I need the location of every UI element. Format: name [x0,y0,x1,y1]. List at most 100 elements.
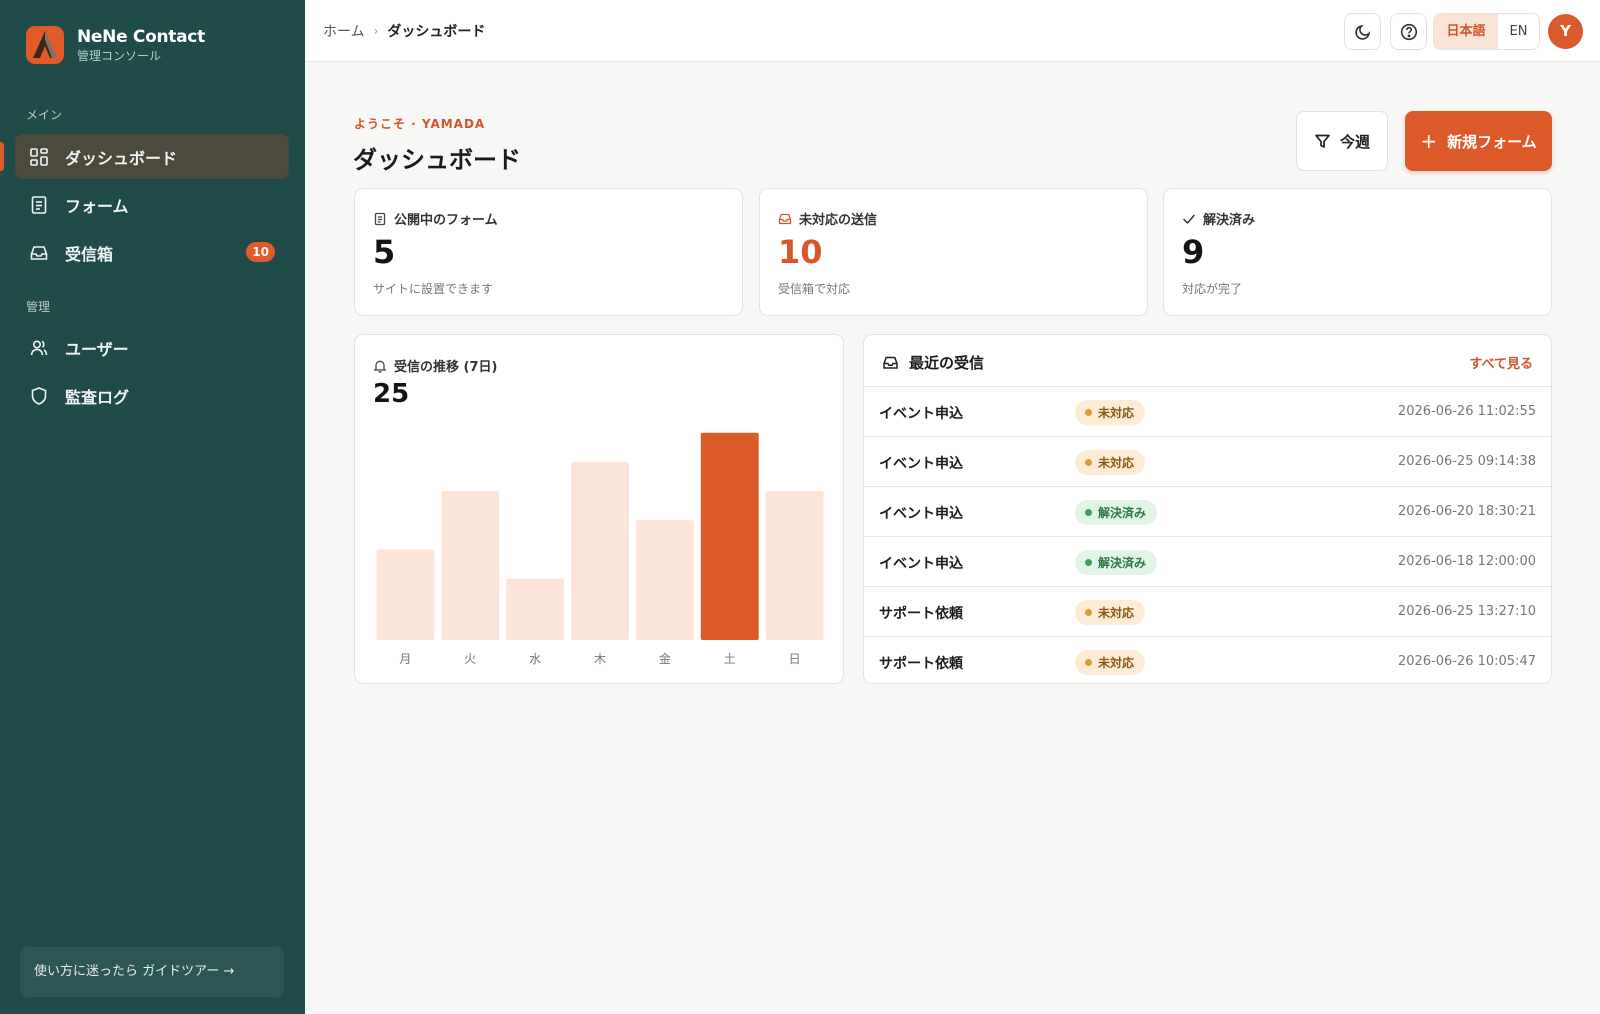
chart-bar[interactable] [700,432,759,640]
inbox-icon [29,243,49,263]
avatar[interactable]: Y [1548,14,1583,49]
table-row[interactable]: イベント申込 解決済み 2026-06-18 12:00:00 [864,537,1551,587]
chart-x-tick-label: 水 [529,652,541,666]
submission-form-name: イベント申込 [879,506,963,522]
page-title: ダッシュボード [353,146,521,174]
stat-value: 9 [1182,233,1205,271]
table-row[interactable]: サポート依頼 未対応 2026-06-25 13:27:10 [864,587,1551,637]
table-row[interactable]: イベント申込 未対応 2026-06-25 09:14:38 [864,437,1551,487]
stat-card-resolved[interactable]: 解決済み 9 対応が完了 [1163,188,1552,316]
chart-x-tick-label: 金 [659,651,671,666]
inbox-icon [883,356,898,369]
status-text: 未対応 [1098,606,1135,620]
chart-bar[interactable] [376,549,435,641]
status-badge: 未対応 [1075,600,1146,625]
stat-card-pending-submissions[interactable]: 未対応の送信 10 受信箱で対応 [759,188,1148,316]
submission-form-name: イベント申込 [879,556,963,572]
help-icon [1400,23,1417,40]
sidebar-item-inbox[interactable]: 受信箱 10 [15,230,289,275]
moon-icon [1354,24,1370,40]
stat-label: 公開中のフォーム [394,213,498,228]
table-row[interactable]: サポート依頼 未対応 2026-06-26 10:05:47 [864,637,1551,683]
status-text: 解決済み [1098,556,1147,570]
sidebar-item-label: 受信箱 [65,244,114,264]
chart-x-tick-label: 木 [594,652,606,666]
status-text: 未対応 [1098,406,1135,420]
submission-form-name: サポート依頼 [879,656,963,672]
submission-form-name: サポート依頼 [879,606,963,622]
section-label-admin: 管理 [26,300,51,314]
stat-subtext: サイトに設置できます [373,282,494,296]
sidebar-item-audit-log[interactable]: 監査ログ [15,373,289,418]
view-all-link[interactable]: すべて見る [1469,353,1533,372]
topbar: ホーム › ダッシュボード 日本語 EN Y [305,0,1600,62]
status-dot [1085,659,1092,666]
chart-bar[interactable] [571,461,629,640]
recent-header: 最近の受信 すべて見る [864,335,1551,387]
bar-chart: 月火水木金土日 [376,432,824,666]
table-row[interactable]: イベント申込 未対応 2026-06-26 11:02:55 [864,387,1551,437]
filter-icon [1315,134,1330,148]
sidebar: NeNe Contact 管理コンソール メイン ダッシュボード フォーム 受信… [0,0,305,1014]
chart-bar[interactable] [765,491,824,640]
submission-time: 2026-06-26 11:02:55 [1397,404,1536,419]
status-badge: 未対応 [1075,450,1146,475]
shield-icon [29,386,49,406]
period-filter-button[interactable]: 今週 [1296,111,1388,171]
inbox-count-badge: 10 [246,242,275,262]
sidebar-item-label: ダッシュボード [65,148,178,168]
status-badge: 解決済み [1075,550,1158,575]
status-badge: 解決済み [1075,500,1158,525]
dark-mode-button[interactable] [1344,13,1381,50]
breadcrumb-separator: › [373,24,379,38]
check-icon [1183,214,1195,224]
sidebar-item-users[interactable]: ユーザー [15,325,289,370]
breadcrumb: ホーム › ダッシュボード [323,21,485,41]
submission-time: 2026-06-25 09:14:38 [1397,454,1536,469]
submissions-trend-card: 受信の推移 (7日) 25 月火水木金土日 [354,334,844,684]
filter-label: 今週 [1339,132,1370,151]
guide-tour-link[interactable]: 使い方に迷ったら ガイドツアー → [20,947,284,997]
breadcrumb-home[interactable]: ホーム [323,21,365,41]
active-indicator [0,142,4,171]
stat-value: 10 [778,233,823,271]
section-label-main: メイン [26,108,63,122]
chart-bar[interactable] [635,520,694,640]
app-name: NeNe Contact [77,26,205,47]
sidebar-item-label: フォーム [65,196,129,216]
stat-subtext: 対応が完了 [1182,282,1243,296]
lang-ja-button[interactable]: 日本語 [1434,14,1498,49]
users-icon [29,338,49,358]
chart-bar[interactable] [441,491,500,640]
new-form-label: 新規フォーム [1447,132,1537,151]
status-badge: 未対応 [1075,400,1146,425]
submission-time: 2026-06-18 12:00:00 [1397,554,1536,569]
brand[interactable]: NeNe Contact 管理コンソール [26,26,205,64]
submission-time: 2026-06-26 10:05:47 [1397,654,1536,669]
status-dot [1085,509,1092,516]
chart-bar[interactable] [506,578,565,640]
plus-icon: + [1420,129,1438,153]
lang-en-button[interactable]: EN [1498,14,1539,49]
status-text: 未対応 [1098,656,1135,670]
sidebar-item-dashboard[interactable]: ダッシュボード [0,134,289,179]
stat-card-published-forms[interactable]: 公開中のフォーム 5 サイトに設置できます [354,188,743,316]
table-row[interactable]: イベント申込 解決済み 2026-06-20 18:30:21 [864,487,1551,537]
language-switcher: 日本語 EN [1433,13,1540,50]
stat-label: 解決済み [1203,213,1256,228]
chart-x-tick-label: 月 [399,652,411,666]
app-subtitle: 管理コンソール [77,48,162,63]
stat-label: 未対応の送信 [799,213,878,228]
stat-subtext: 受信箱で対応 [778,282,851,296]
sidebar-item-label: 監査ログ [65,387,130,407]
submission-time: 2026-06-20 18:30:21 [1397,504,1536,519]
status-dot [1085,559,1092,566]
status-text: 解決済み [1098,506,1147,520]
welcome-text: ようこそ · YAMADA [354,117,486,131]
recent-submissions-card: 最近の受信 すべて見る イベント申込 未対応 2026-06-26 11:02:… [863,334,1552,684]
submission-form-name: イベント申込 [879,406,963,422]
form-icon [29,195,49,215]
sidebar-item-forms[interactable]: フォーム [15,182,289,227]
help-button[interactable] [1390,13,1427,50]
new-form-button[interactable]: + 新規フォーム [1405,111,1552,171]
